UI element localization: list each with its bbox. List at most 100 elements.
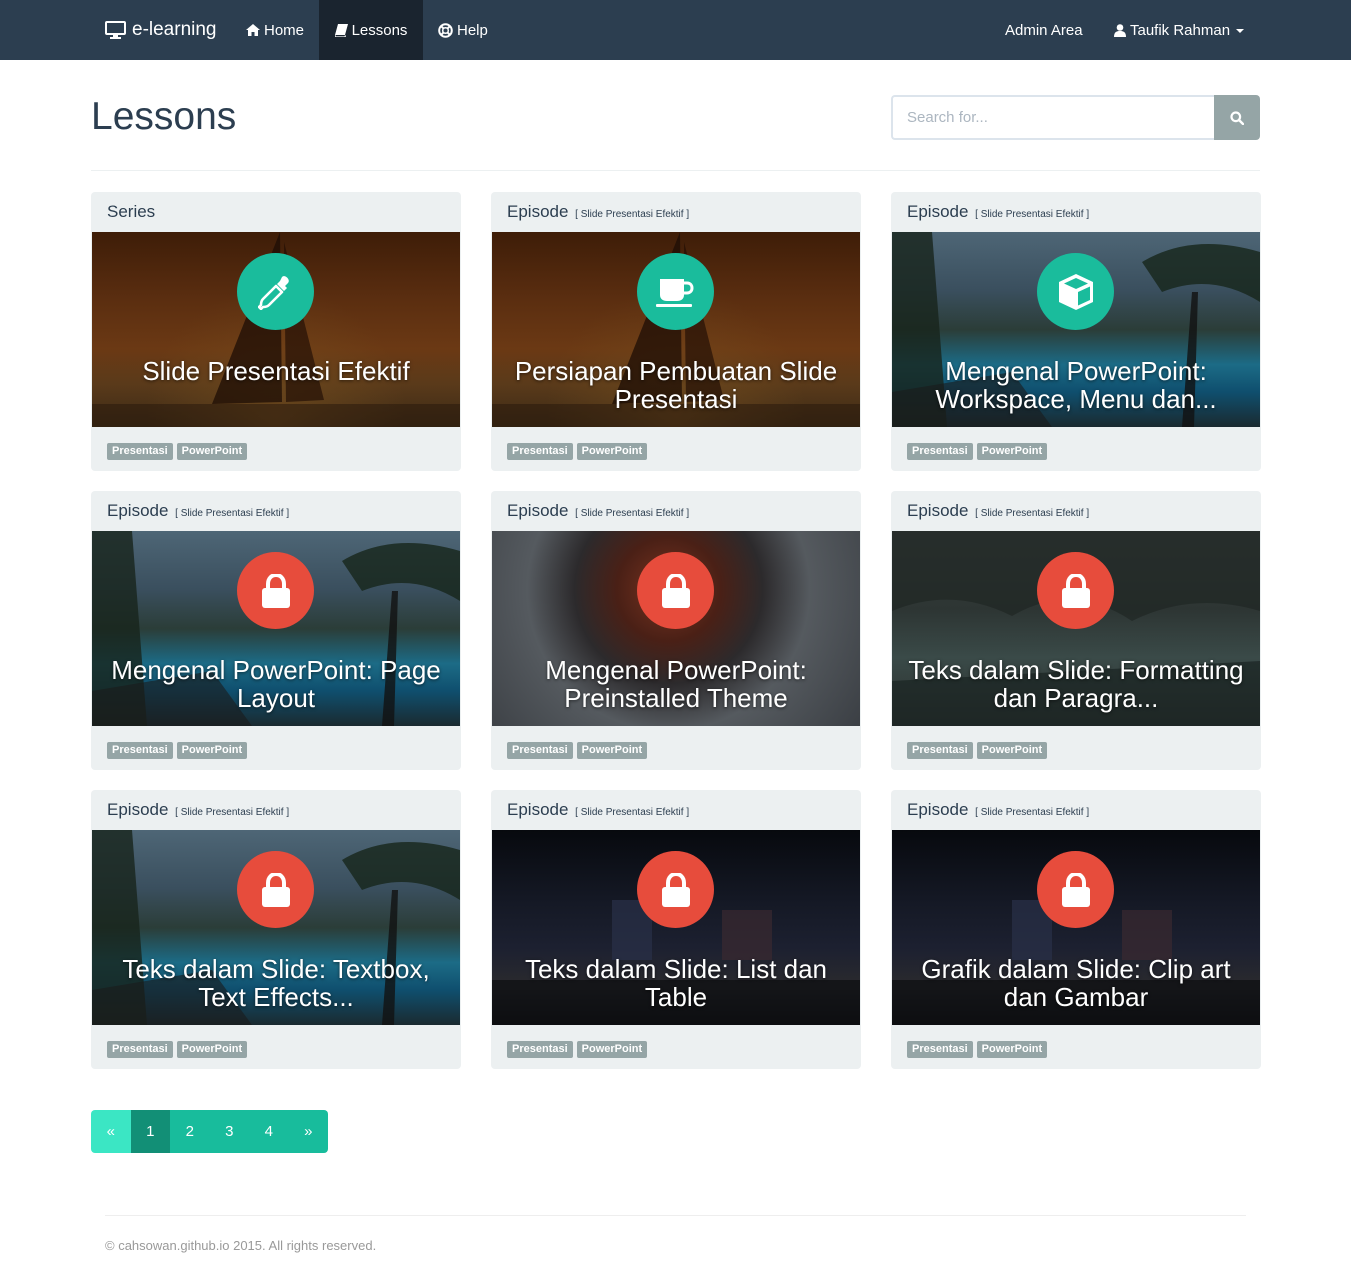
tag-badge[interactable]: Presentasi: [107, 742, 173, 759]
card-image[interactable]: Teks dalam Slide: Textbox, Text Effects.…: [92, 830, 460, 1025]
lock-icon: [237, 552, 314, 629]
user-name: Taufik Rahman: [1130, 21, 1231, 39]
series-reference: [ Slide Presentasi Efektif ]: [575, 508, 690, 519]
brand-link[interactable]: e-learning: [105, 0, 217, 60]
home-icon: [246, 24, 260, 36]
lesson-card[interactable]: Episode [ Slide Presentasi Efektif ] Tek…: [91, 790, 461, 1069]
pagination-page[interactable]: 3: [209, 1110, 249, 1153]
card-header: Episode [ Slide Presentasi Efektif ]: [907, 501, 1089, 521]
tag-list: Presentasi PowerPoint: [507, 443, 648, 460]
card-header: Episode [ Slide Presentasi Efektif ]: [907, 202, 1089, 222]
user-icon: [1114, 23, 1126, 37]
pagination-next[interactable]: »: [288, 1110, 328, 1153]
monitor-icon: [105, 21, 126, 39]
tag-badge[interactable]: Presentasi: [507, 1041, 573, 1058]
tag-badge[interactable]: PowerPoint: [576, 1041, 648, 1058]
coffee-cup-icon: [637, 253, 714, 330]
card-title: Teks dalam Slide: Formatting dan Paragra…: [908, 655, 1244, 713]
series-reference: [ Slide Presentasi Efektif ]: [975, 209, 1090, 220]
tag-list: Presentasi PowerPoint: [507, 742, 648, 759]
nav-admin-area[interactable]: Admin Area: [990, 0, 1098, 60]
card-header: Episode [ Slide Presentasi Efektif ]: [507, 501, 689, 521]
card-image[interactable]: Teks dalam Slide: List dan Table: [492, 830, 860, 1025]
footer-divider: [105, 1215, 1246, 1216]
series-reference: [ Slide Presentasi Efektif ]: [575, 807, 690, 818]
tag-badge[interactable]: PowerPoint: [176, 1041, 248, 1058]
tag-badge[interactable]: PowerPoint: [976, 1041, 1048, 1058]
card-title: Mengenal PowerPoint: Page Layout: [111, 655, 441, 713]
tag-badge[interactable]: PowerPoint: [576, 443, 648, 460]
card-title: Grafik dalam Slide: Clip art dan Gambar: [921, 954, 1231, 1012]
lesson-card[interactable]: Episode [ Slide Presentasi Efektif ] Tek…: [891, 491, 1261, 770]
eyedropper-icon: [237, 253, 314, 330]
user-menu-dropdown[interactable]: Taufik Rahman: [1099, 0, 1259, 60]
lock-icon: [637, 552, 714, 629]
tag-badge[interactable]: Presentasi: [907, 1041, 973, 1058]
lesson-card[interactable]: Episode [ Slide Presentasi Efektif ] Men…: [491, 491, 861, 770]
top-navbar: e-learning Home Lessons Help Admin Area …: [0, 0, 1351, 60]
card-header: Episode [ Slide Presentasi Efektif ]: [107, 800, 289, 820]
card-image[interactable]: Mengenal PowerPoint: Page Layout: [92, 531, 460, 726]
tag-badge[interactable]: Presentasi: [507, 742, 573, 759]
lesson-card[interactable]: Episode [ Slide Presentasi Efektif ] Men…: [91, 491, 461, 770]
pagination-page[interactable]: 4: [249, 1110, 289, 1153]
card-kind: Episode: [107, 800, 169, 819]
card-kind: Episode: [507, 202, 569, 221]
pagination-prev[interactable]: «: [91, 1110, 131, 1153]
nav-lessons-label: Lessons: [351, 21, 408, 39]
tag-list: Presentasi PowerPoint: [907, 1041, 1048, 1058]
tag-list: Presentasi PowerPoint: [107, 1041, 248, 1058]
card-title: Teks dalam Slide: Textbox, Text Effects.…: [122, 954, 430, 1012]
tag-badge[interactable]: Presentasi: [907, 443, 973, 460]
search-input[interactable]: [891, 95, 1214, 140]
search-button[interactable]: [1214, 95, 1260, 140]
nav-home[interactable]: Home: [231, 0, 319, 60]
card-image[interactable]: Slide Presentasi Efektif: [92, 232, 460, 427]
nav-lessons[interactable]: Lessons: [319, 0, 423, 60]
pagination-page[interactable]: 1: [130, 1110, 170, 1153]
pagination-page[interactable]: 2: [170, 1110, 210, 1153]
card-title: Teks dalam Slide: List dan Table: [524, 954, 828, 1012]
lesson-card[interactable]: Episode [ Slide Presentasi Efektif ] Per…: [491, 192, 861, 471]
tag-badge[interactable]: PowerPoint: [976, 742, 1048, 759]
card-header: Episode [ Slide Presentasi Efektif ]: [907, 800, 1089, 820]
tag-badge[interactable]: Presentasi: [107, 443, 173, 460]
card-header: Episode [ Slide Presentasi Efektif ]: [507, 800, 689, 820]
tag-list: Presentasi PowerPoint: [907, 443, 1048, 460]
card-header: Episode [ Slide Presentasi Efektif ]: [507, 202, 689, 222]
search-icon: [1230, 110, 1244, 125]
tag-badge[interactable]: PowerPoint: [176, 742, 248, 759]
tag-badge[interactable]: PowerPoint: [176, 443, 248, 460]
tag-badge[interactable]: PowerPoint: [576, 742, 648, 759]
series-reference: [ Slide Presentasi Efektif ]: [175, 807, 290, 818]
tag-badge[interactable]: Presentasi: [907, 742, 973, 759]
series-reference: [ Slide Presentasi Efektif ]: [975, 508, 1090, 519]
series-reference: [ Slide Presentasi Efektif ]: [175, 508, 290, 519]
tag-badge[interactable]: PowerPoint: [976, 443, 1048, 460]
tag-badge[interactable]: Presentasi: [107, 1041, 173, 1058]
series-reference: [ Slide Presentasi Efektif ]: [975, 807, 1090, 818]
card-kind: Episode: [107, 501, 169, 520]
card-image[interactable]: Mengenal PowerPoint: Preinstalled Theme: [492, 531, 860, 726]
caret-down-icon: [1236, 29, 1245, 33]
tag-badge[interactable]: Presentasi: [507, 443, 573, 460]
card-image[interactable]: Mengenal PowerPoint: Workspace, Menu dan…: [892, 232, 1260, 427]
card-header: Episode [ Slide Presentasi Efektif ]: [107, 501, 289, 521]
lesson-card[interactable]: Series Slide Presentasi Efektif Presenta…: [91, 192, 461, 471]
nav-help[interactable]: Help: [423, 0, 503, 60]
card-image[interactable]: Teks dalam Slide: Formatting dan Paragra…: [892, 531, 1260, 726]
card-kind: Episode: [507, 501, 569, 520]
lesson-card[interactable]: Episode [ Slide Presentasi Efektif ] Gra…: [891, 790, 1261, 1069]
card-image[interactable]: Persiapan Pembuatan Slide Presentasi: [492, 232, 860, 427]
tag-list: Presentasi PowerPoint: [907, 742, 1048, 759]
lesson-card[interactable]: Episode [ Slide Presentasi Efektif ] Men…: [891, 192, 1261, 471]
card-kind: Episode: [907, 800, 969, 819]
lesson-card[interactable]: Episode [ Slide Presentasi Efektif ] Tek…: [491, 790, 861, 1069]
tag-list: Presentasi PowerPoint: [507, 1041, 648, 1058]
lock-icon: [1037, 851, 1114, 928]
card-image[interactable]: Grafik dalam Slide: Clip art dan Gambar: [892, 830, 1260, 1025]
card-header: Series: [107, 202, 155, 222]
card-kind: Series: [107, 202, 156, 221]
header-divider: [91, 170, 1260, 171]
lock-icon: [637, 851, 714, 928]
